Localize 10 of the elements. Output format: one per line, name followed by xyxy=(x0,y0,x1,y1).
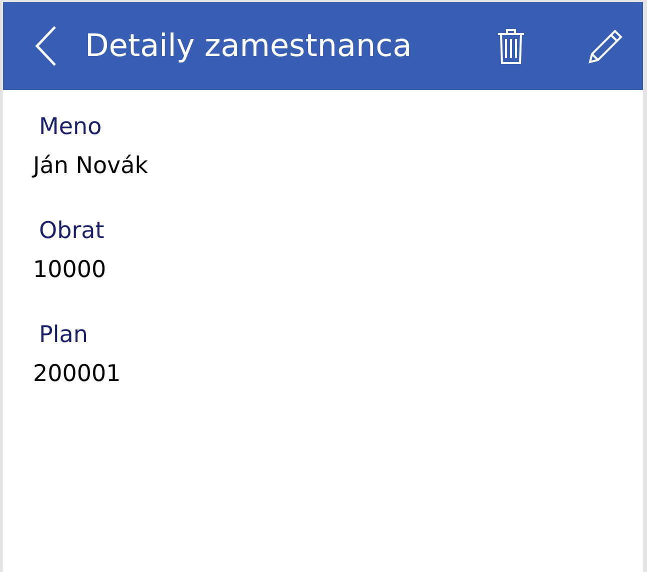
pencil-icon[interactable] xyxy=(587,27,625,65)
trash-icon[interactable] xyxy=(497,28,525,64)
field-label: Meno xyxy=(39,113,103,142)
field-value: 200001 xyxy=(33,360,122,389)
back-icon[interactable] xyxy=(33,25,59,67)
window-title: Detaily zamestnanca xyxy=(85,28,413,64)
field-label: Plan xyxy=(39,321,89,350)
field-value: 10000 xyxy=(33,256,108,285)
field-label: Obrat xyxy=(39,217,106,246)
field-value: Ján Novák xyxy=(33,152,150,181)
